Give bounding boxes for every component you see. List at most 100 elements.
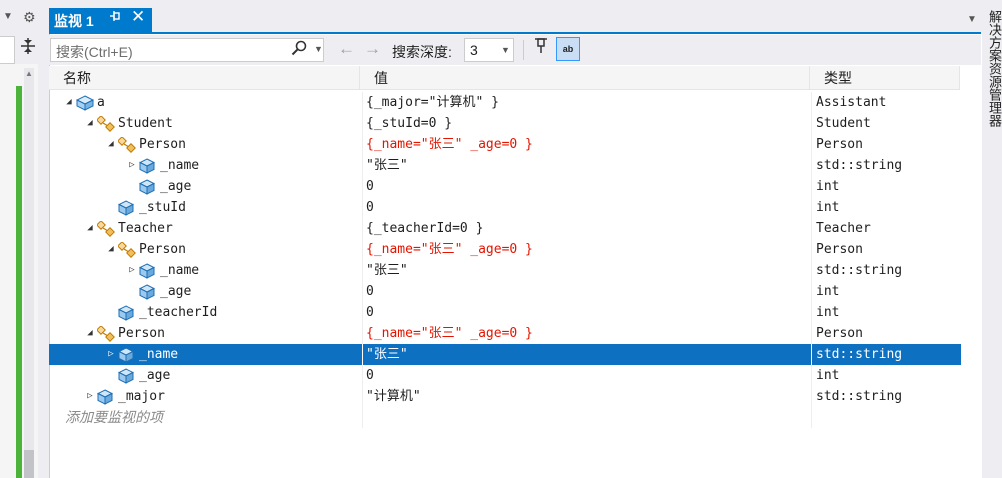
base-class-icon — [96, 220, 115, 237]
watch-row[interactable]: ▷ _name "张三" std::string — [49, 344, 961, 365]
field-icon — [117, 368, 135, 384]
column-header-name[interactable]: 名称 — [49, 66, 360, 90]
field-icon — [138, 284, 156, 300]
row-name: _name — [160, 263, 200, 278]
expand-icon[interactable]: ▷ — [127, 260, 137, 281]
solution-explorer-tab[interactable]: 解决方案资源管理器 — [986, 10, 1002, 127]
expand-icon[interactable]: ▷ — [85, 386, 95, 407]
type-cell: int — [811, 365, 966, 386]
column-header-type[interactable]: 类型 — [810, 66, 960, 90]
search-next-icon[interactable]: → — [364, 39, 381, 59]
value-cell[interactable]: {_name="张三" _age=0 } — [362, 323, 812, 344]
type-cell: Person — [811, 323, 966, 344]
left-dropdown[interactable] — [0, 36, 15, 64]
value-cell[interactable]: 0 — [362, 176, 812, 197]
type-cell: Assistant — [811, 92, 966, 113]
add-watch-hint: 添加要监视的项 — [65, 409, 163, 425]
search-depth-label: 搜索深度: — [392, 44, 452, 60]
type-cell: int — [811, 176, 966, 197]
base-class-icon — [96, 115, 115, 132]
name-cell: ▷ _name — [49, 260, 360, 281]
watch-row[interactable]: ◢ Person {_name="张三" _age=0 } Person — [49, 323, 961, 344]
row-name: Student — [118, 116, 173, 131]
expand-icon[interactable]: ▷ — [127, 155, 137, 176]
row-name: Person — [139, 137, 186, 152]
name-cell: ▷ _name — [49, 155, 360, 176]
add-watch-type-cell — [811, 407, 966, 428]
collapse-icon[interactable]: ◢ — [85, 323, 95, 344]
value-cell[interactable]: {_major="计算机" } — [362, 92, 812, 113]
search-previous-icon[interactable]: ← — [338, 39, 355, 59]
name-cell: _teacherId — [49, 302, 360, 323]
value-cell[interactable]: 0 — [362, 197, 812, 218]
watch-row[interactable]: _age 0 int — [49, 176, 961, 197]
type-cell: int — [811, 302, 966, 323]
watch-row[interactable]: ◢ Person {_name="张三" _age=0 } Person — [49, 239, 961, 260]
row-name: _teacherId — [139, 305, 218, 320]
value-cell[interactable]: {_name="张三" _age=0 } — [362, 239, 812, 260]
value-cell[interactable]: 0 — [362, 365, 812, 386]
watch-row[interactable]: _age 0 int — [49, 281, 961, 302]
close-tab-icon[interactable]: ✕ — [131, 7, 145, 27]
type-cell: int — [811, 281, 966, 302]
watch-row[interactable]: _stuId 0 int — [49, 197, 961, 218]
add-watch-row[interactable]: 添加要监视的项 — [49, 407, 961, 428]
gear-icon[interactable]: ⚙ — [23, 9, 36, 26]
watch-row[interactable]: ◢ Student {_stuId=0 } Student — [49, 113, 961, 134]
base-class-icon — [96, 325, 115, 342]
base-class-icon — [117, 241, 136, 258]
value-cell[interactable]: 0 — [362, 302, 812, 323]
field-icon — [117, 200, 135, 216]
value-cell[interactable]: "张三" — [362, 344, 812, 365]
watch-row[interactable]: ▷ _name "张三" std::string — [49, 155, 961, 176]
base-class-icon — [117, 136, 136, 153]
collapse-icon[interactable]: ◢ — [85, 218, 95, 239]
search-options-caret-icon[interactable]: ▼ — [314, 44, 323, 54]
collapse-icon[interactable]: ◢ — [106, 239, 116, 260]
toolbar-divider — [523, 40, 524, 60]
expand-icon[interactable]: ▷ — [106, 344, 116, 365]
watch-row[interactable]: ◢ a {_major="计算机" } Assistant — [49, 92, 961, 113]
window-options-caret-icon[interactable]: ▼ — [967, 14, 977, 25]
collapse-icon[interactable]: ◢ — [106, 134, 116, 155]
name-cell: _age — [49, 365, 360, 386]
column-header-value[interactable]: 值 — [360, 66, 810, 90]
row-name: _major — [118, 389, 165, 404]
chevron-down-icon[interactable]: ▼ — [501, 45, 510, 55]
pin-icon[interactable] — [530, 38, 552, 60]
left-scroll-up-icon[interactable]: ▲ — [25, 69, 33, 78]
row-name: _age — [139, 368, 171, 383]
value-cell[interactable]: "张三" — [362, 260, 812, 281]
watch-row[interactable]: ◢ Teacher {_teacherId=0 } Teacher — [49, 218, 961, 239]
pin-tab-icon[interactable] — [109, 10, 121, 25]
name-cell: ▷ _major — [49, 386, 360, 407]
object-icon — [75, 95, 95, 111]
watch-row[interactable]: ▷ _major "计算机" std::string — [49, 386, 961, 407]
left-scrollbar-thumb[interactable] — [24, 450, 34, 478]
value-cell[interactable]: {_teacherId=0 } — [362, 218, 812, 239]
name-cell: ◢ Person — [49, 134, 360, 155]
change-tracking-bar — [16, 86, 22, 478]
row-name: Teacher — [118, 221, 173, 236]
left-scrollbar[interactable] — [24, 68, 34, 478]
field-icon — [138, 179, 156, 195]
value-cell[interactable]: 0 — [362, 281, 812, 302]
collapse-icon[interactable]: ◢ — [64, 92, 74, 113]
type-cell: std::string — [811, 155, 966, 176]
hex-display-toggle[interactable]: ab — [556, 37, 580, 61]
watch-row[interactable]: _teacherId 0 int — [49, 302, 961, 323]
search-icon[interactable] — [291, 40, 307, 59]
left-dropdown-caret-icon[interactable]: ▼ — [3, 11, 13, 22]
name-cell: ▷ _name — [49, 344, 360, 365]
watch-row[interactable]: _age 0 int — [49, 365, 961, 386]
collapse-icon[interactable]: ◢ — [85, 113, 95, 134]
watch-row[interactable]: ▷ _name "张三" std::string — [49, 260, 961, 281]
value-cell[interactable]: "计算机" — [362, 386, 812, 407]
value-cell[interactable]: {_stuId=0 } — [362, 113, 812, 134]
watch-row[interactable]: ◢ Person {_name="张三" _age=0 } Person — [49, 134, 961, 155]
name-cell: _age — [49, 176, 360, 197]
split-icon[interactable] — [17, 38, 39, 60]
value-cell[interactable]: "张三" — [362, 155, 812, 176]
search-depth-value: 3 — [470, 42, 478, 58]
value-cell[interactable]: {_name="张三" _age=0 } — [362, 134, 812, 155]
